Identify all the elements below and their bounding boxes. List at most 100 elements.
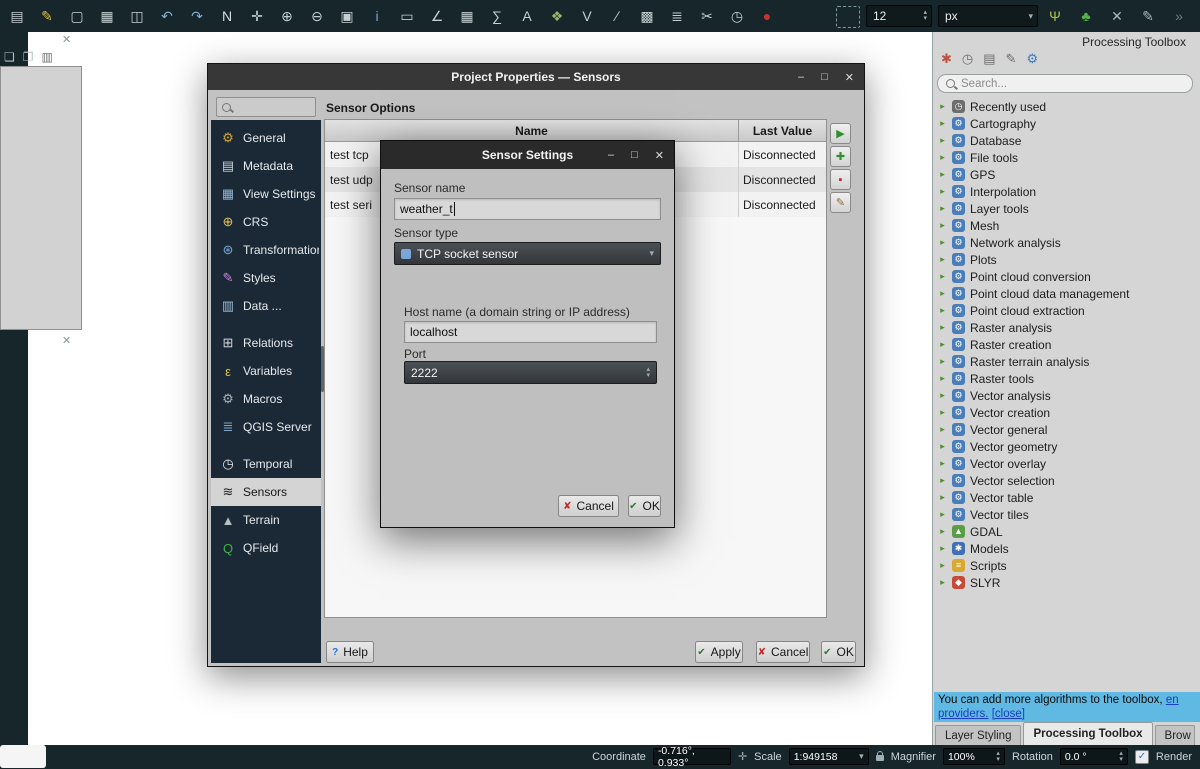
expand-arrow-icon[interactable]: ▸: [938, 441, 947, 452]
providers-link[interactable]: providers.: [938, 708, 989, 720]
expand-arrow-icon[interactable]: ▸: [938, 101, 947, 112]
labeling-icon[interactable]: A: [516, 4, 538, 28]
expand-arrow-icon[interactable]: ▸: [938, 475, 947, 486]
expand-arrow-icon[interactable]: ▸: [938, 373, 947, 384]
toolbox-group-item[interactable]: ▸ ⚙ Raster analysis: [935, 319, 1199, 336]
sensor-type-select[interactable]: TCP socket sensor ▾: [394, 242, 661, 265]
expand-arrow-icon[interactable]: ▸: [938, 526, 947, 537]
expand-arrow-icon[interactable]: ▸: [938, 288, 947, 299]
coordinate-input[interactable]: -0.716°, 0.933°: [653, 748, 731, 765]
close-icon[interactable]: ✕: [655, 149, 664, 162]
more-options-icon[interactable]: »: [1168, 4, 1190, 28]
minimize-icon[interactable]: –: [798, 71, 804, 83]
toolbox-group-item[interactable]: ▸ ▲ GDAL: [935, 523, 1199, 540]
advanced-digitizing-icon[interactable]: ∕: [606, 4, 628, 28]
edit-attributes-icon[interactable]: ✎: [1137, 4, 1159, 28]
toolbox-group-item[interactable]: ▸ ⚙ Vector general: [935, 421, 1199, 438]
toolbox-group-item[interactable]: ▸ ⚙ Vector geometry: [935, 438, 1199, 455]
expand-arrow-icon[interactable]: ▸: [938, 237, 947, 248]
magnifier-spinbox[interactable]: 100% ▴▾: [943, 748, 1005, 765]
expand-arrow-icon[interactable]: ▸: [938, 271, 947, 282]
panel-close-icon[interactable]: ✕: [62, 33, 71, 46]
tab-processing-toolbox[interactable]: Processing Toolbox: [1023, 722, 1152, 745]
show-styling-panel-icon[interactable]: ❐: [23, 50, 34, 64]
measure-icon[interactable]: ∠: [426, 4, 448, 28]
rotation-spinbox[interactable]: 0.0 ° ▴▾: [1060, 748, 1128, 765]
toolbox-group-item[interactable]: ▸ ◆ SLYR: [935, 574, 1199, 591]
sidebar-item[interactable]: ▲ Terrain: [211, 506, 321, 534]
apply-button[interactable]: ✔ Apply: [695, 641, 743, 663]
expand-arrow-icon[interactable]: ▸: [938, 118, 947, 129]
expand-arrow-icon[interactable]: ▸: [938, 254, 947, 265]
locator-search-tab[interactable]: [0, 745, 46, 768]
scale-combobox[interactable]: 1:949158 ▾: [789, 748, 869, 765]
add-sensor-button[interactable]: ✚: [830, 146, 851, 167]
expand-arrow-icon[interactable]: ▸: [938, 560, 947, 571]
sidebar-item[interactable]: Q QField: [211, 534, 321, 562]
sidebar-item[interactable]: ◷ Temporal: [211, 450, 321, 478]
tab-layer-styling[interactable]: Layer Styling: [935, 725, 1021, 745]
expand-arrow-icon[interactable]: ▸: [938, 322, 947, 333]
dialog-titlebar[interactable]: Sensor Settings – □ ✕: [381, 141, 674, 169]
expand-arrow-icon[interactable]: ▸: [938, 169, 947, 180]
sidebar-item[interactable]: ⊕ CRS: [211, 208, 321, 236]
attribute-table-icon[interactable]: ▦: [456, 4, 478, 28]
ok-button[interactable]: ✔ OK: [821, 641, 856, 663]
expand-arrow-icon[interactable]: ▸: [938, 220, 947, 231]
toolbox-group-item[interactable]: ▸ ⚙ Vector overlay: [935, 455, 1199, 472]
expand-arrow-icon[interactable]: ▸: [938, 543, 947, 554]
dialog-cancel-button[interactable]: ✘ Cancel: [558, 495, 619, 517]
sidebar-item[interactable]: ε Variables: [211, 357, 321, 385]
expand-arrow-icon[interactable]: ▸: [938, 424, 947, 435]
field-calculator-icon[interactable]: ∑: [486, 4, 508, 28]
expand-arrow-icon[interactable]: ▸: [938, 203, 947, 214]
sidebar-item[interactable]: ▦ View Settings: [211, 180, 321, 208]
models-icon[interactable]: ✱: [941, 51, 952, 67]
expand-arrow-icon[interactable]: ▸: [938, 339, 947, 350]
spin-arrows-icon[interactable]: ▴▾: [1119, 751, 1123, 763]
panel-close-icon[interactable]: ✕: [62, 334, 71, 347]
close-notice-link[interactable]: [close]: [992, 708, 1025, 720]
vertex-tool-icon[interactable]: V: [576, 4, 598, 28]
annotation-placeholder-box[interactable]: [836, 6, 860, 28]
toolbox-group-item[interactable]: ▸ ✱ Models: [935, 540, 1199, 557]
toolbox-group-item[interactable]: ▸ ⚙ Mesh: [935, 217, 1199, 234]
lock-scale-icon[interactable]: [876, 755, 884, 761]
save-project-icon[interactable]: ◫: [126, 4, 148, 28]
map-tips-icon[interactable]: ❖: [546, 4, 568, 28]
identify-features-icon[interactable]: i: [366, 4, 388, 28]
results-viewer-icon[interactable]: ▤: [983, 51, 995, 67]
font-size-spinbox[interactable]: 12 ▴▾: [866, 5, 932, 27]
select-features-icon[interactable]: ▭: [396, 4, 418, 28]
toolbox-group-item[interactable]: ▸ ⚙ Vector table: [935, 489, 1199, 506]
help-button[interactable]: ? Help: [326, 641, 374, 663]
edit-in-place-icon[interactable]: ✎: [1006, 51, 1017, 67]
record-icon[interactable]: ●: [756, 4, 778, 28]
elevation-profile-icon[interactable]: ≣: [666, 4, 688, 28]
minimize-icon[interactable]: –: [608, 149, 614, 161]
run-sensor-button[interactable]: ▶: [830, 123, 851, 144]
undo-icon[interactable]: ↶: [156, 4, 178, 28]
cut-features-icon[interactable]: ✂: [696, 4, 718, 28]
sidebar-item[interactable]: ≋ Sensors: [211, 478, 321, 506]
sidebar-item[interactable]: ⚙ General: [211, 124, 321, 152]
expand-arrow-icon[interactable]: ▸: [938, 390, 947, 401]
expand-arrow-icon[interactable]: ▸: [938, 186, 947, 197]
expand-arrow-icon[interactable]: ▸: [938, 458, 947, 469]
toolbox-group-item[interactable]: ▸ ⚙ Plots: [935, 251, 1199, 268]
toolbox-group-item[interactable]: ▸ ⚙ Point cloud extraction: [935, 302, 1199, 319]
sidebar-item[interactable]: ▤ Metadata: [211, 152, 321, 180]
north-arrow-icon[interactable]: N: [216, 4, 238, 28]
history-icon[interactable]: ◷: [962, 51, 973, 67]
units-combobox[interactable]: px ▾: [938, 5, 1038, 27]
open-project-icon[interactable]: ▦: [96, 4, 118, 28]
zoom-out-icon[interactable]: ⊖: [306, 4, 328, 28]
port-spinbox[interactable]: 2222 ▴▾: [404, 361, 657, 384]
sidebar-item[interactable]: ▥ Data ...: [211, 292, 321, 320]
toolbox-group-item[interactable]: ▸ ⚙ Cartography: [935, 115, 1199, 132]
toolbox-group-item[interactable]: ▸ ⚙ Raster tools: [935, 370, 1199, 387]
style-manager-icon[interactable]: ✎: [36, 4, 58, 28]
expand-arrow-icon[interactable]: ▸: [938, 492, 947, 503]
edit-sensor-button[interactable]: ✎: [830, 192, 851, 213]
expand-arrow-icon[interactable]: ▸: [938, 135, 947, 146]
